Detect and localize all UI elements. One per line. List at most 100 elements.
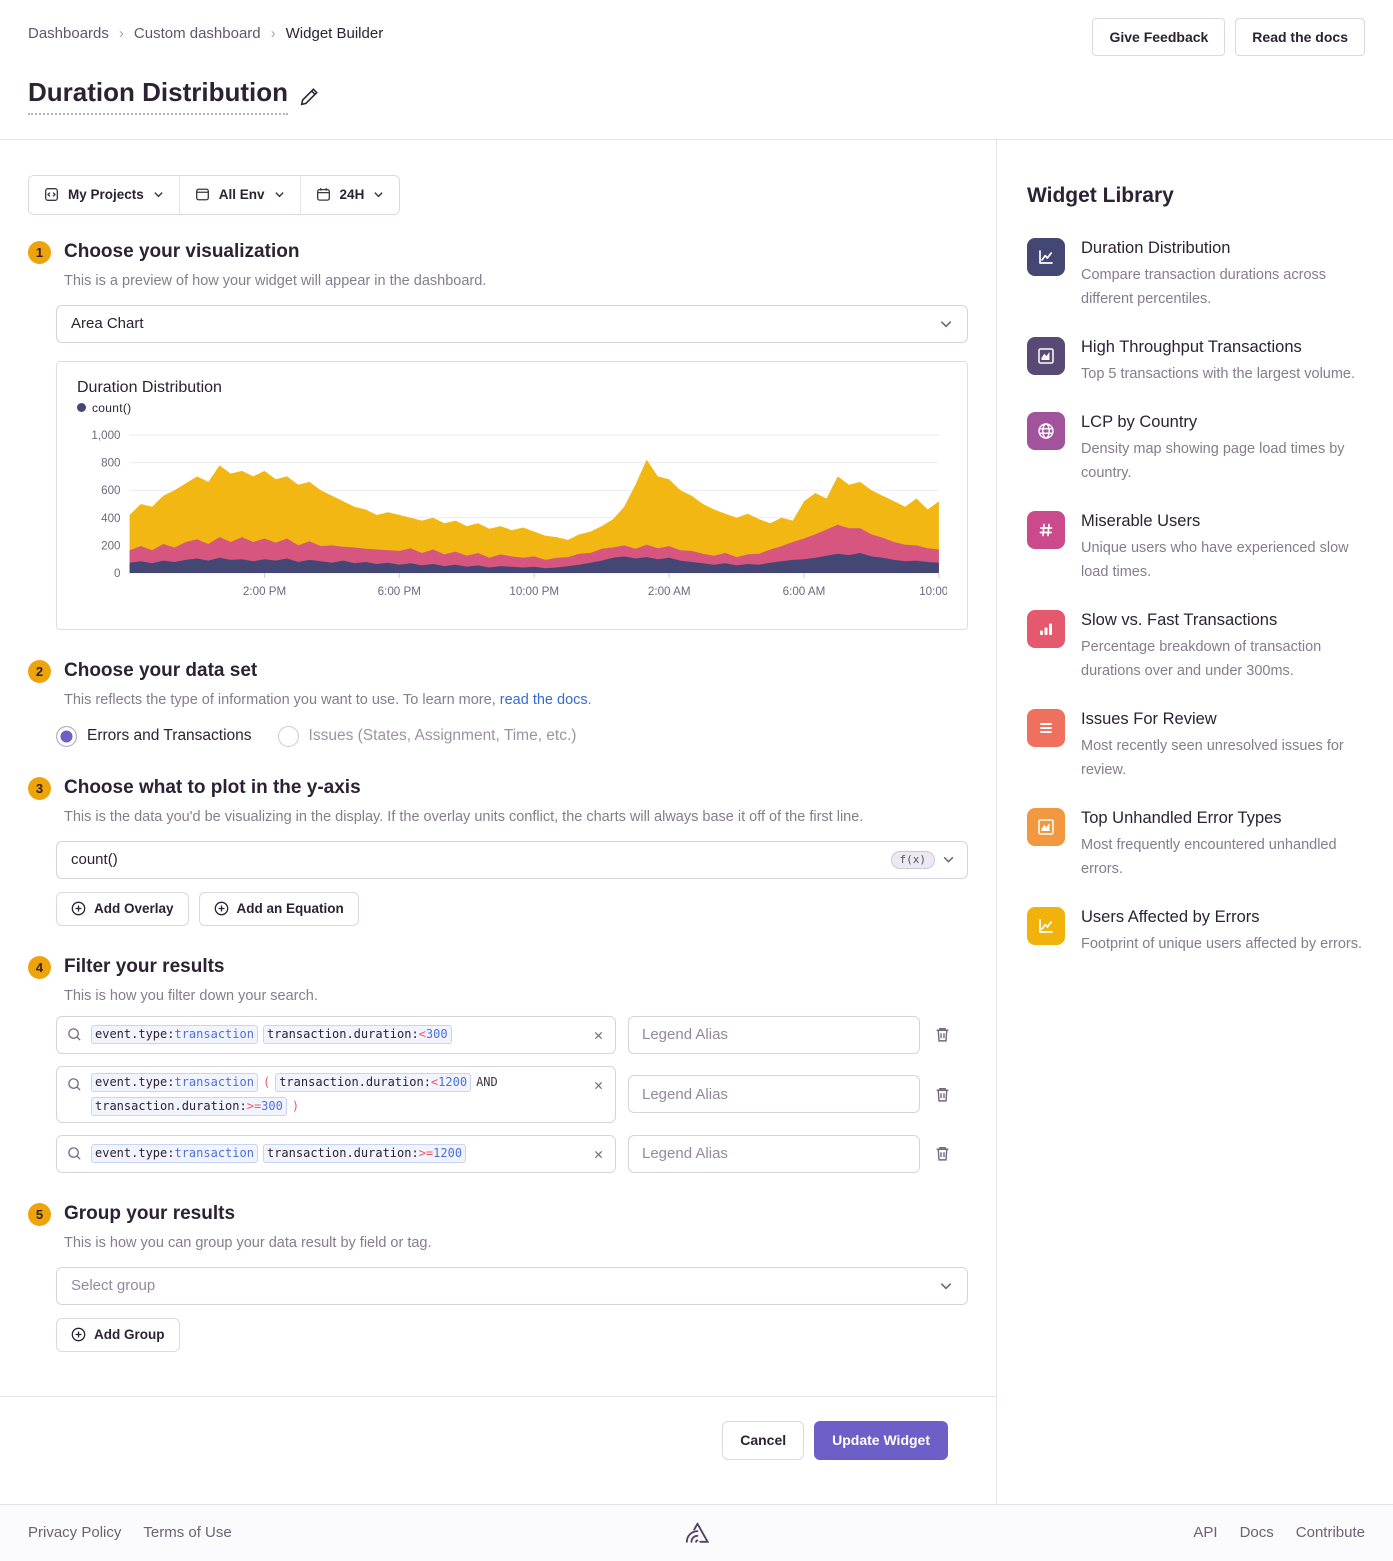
- dataset-radio-issues[interactable]: Issues (States, Assignment, Time, etc.): [278, 726, 577, 747]
- widget-library-item[interactable]: Miserable UsersUnique users who have exp…: [1027, 511, 1365, 584]
- privacy-policy-link[interactable]: Privacy Policy: [28, 1524, 121, 1541]
- widget-library-item-desc: Most recently seen unresolved issues for…: [1081, 734, 1365, 782]
- terms-of-use-link[interactable]: Terms of Use: [143, 1524, 231, 1541]
- contribute-link[interactable]: Contribute: [1296, 1524, 1365, 1541]
- svg-text:10:00 A: 10:00 A: [919, 586, 947, 598]
- circle-plus-icon: [214, 901, 229, 916]
- widget-preview-card: Duration Distribution count() 0200400600…: [56, 361, 968, 630]
- time-range-filter-dropdown[interactable]: 24H: [300, 176, 400, 214]
- step-title: Choose what to plot in the y-axis: [64, 777, 361, 799]
- docs-link[interactable]: Docs: [1240, 1524, 1274, 1541]
- legend-dot: [77, 403, 86, 412]
- filter-token[interactable]: event.type:transaction: [91, 1025, 258, 1044]
- chevron-down-icon: [153, 189, 164, 200]
- clear-search-button[interactable]: ✕: [592, 1145, 605, 1164]
- step-title: Choose your data set: [64, 660, 257, 682]
- search-icon: [67, 1027, 82, 1042]
- step-subtitle: This is how you can group your data resu…: [64, 1235, 968, 1251]
- filter-boolean-token[interactable]: AND: [476, 1074, 498, 1091]
- legend-alias-input[interactable]: [628, 1016, 920, 1054]
- hash-icon: [1027, 511, 1065, 549]
- filter-search-input[interactable]: event.type:transaction transaction.durati…: [56, 1016, 616, 1054]
- legend-alias-input[interactable]: [628, 1135, 920, 1173]
- filter-token[interactable]: transaction.duration:<300: [263, 1025, 452, 1044]
- step-title: Choose your visualization: [64, 241, 299, 263]
- dataset-radio-errors-transactions[interactable]: Errors and Transactions: [56, 726, 252, 747]
- add-group-button[interactable]: Add Group: [56, 1318, 180, 1352]
- filter-token[interactable]: event.type:transaction: [91, 1073, 258, 1092]
- edit-title-icon[interactable]: [300, 87, 319, 106]
- widget-library-item-desc: Most frequently encountered unhandled er…: [1081, 833, 1365, 881]
- page-header: Dashboards › Custom dashboard › Widget B…: [0, 0, 1393, 115]
- widget-library-item-name: Slow vs. Fast Transactions: [1081, 611, 1365, 630]
- api-link[interactable]: API: [1193, 1524, 1217, 1541]
- filter-paren-token[interactable]: (: [263, 1074, 270, 1091]
- filter-token[interactable]: transaction.duration:>=300: [91, 1097, 287, 1116]
- filter-search-input[interactable]: event.type:transaction transaction.durati…: [56, 1135, 616, 1173]
- filter-search-input[interactable]: event.type:transaction ( transaction.durat…: [56, 1066, 616, 1123]
- radio-label: Issues (States, Assignment, Time, etc.): [309, 727, 577, 745]
- filter-paren-token[interactable]: ): [292, 1098, 299, 1115]
- y-axis-function-field[interactable]: count() f(x): [56, 841, 968, 879]
- trash-icon: [934, 1026, 951, 1043]
- function-select-toggle[interactable]: f(x): [891, 851, 956, 869]
- breadcrumb-link-custom-dashboard[interactable]: Custom dashboard: [134, 25, 261, 42]
- time-range-filter-label: 24H: [340, 187, 365, 202]
- chevron-down-icon: [939, 1279, 953, 1293]
- widget-library-item-name: High Throughput Transactions: [1081, 338, 1355, 357]
- cancel-button[interactable]: Cancel: [722, 1421, 804, 1460]
- legend-alias-input[interactable]: [628, 1075, 920, 1113]
- widget-library-list: Duration DistributionCompare transaction…: [1027, 238, 1365, 956]
- read-the-docs-button[interactable]: Read the docs: [1235, 18, 1365, 56]
- trash-icon: [934, 1086, 951, 1103]
- widget-library-item[interactable]: Users Affected by ErrorsFootprint of uni…: [1027, 907, 1365, 956]
- filter-token[interactable]: transaction.duration:>=1200: [263, 1144, 466, 1163]
- widget-library-item-name: LCP by Country: [1081, 413, 1365, 432]
- give-feedback-button[interactable]: Give Feedback: [1092, 18, 1225, 56]
- add-equation-button[interactable]: Add an Equation: [199, 892, 359, 926]
- delete-filter-button[interactable]: [932, 1084, 953, 1105]
- widget-library-item[interactable]: Issues For Review Most recently seen unre…: [1027, 709, 1365, 782]
- widget-library-item[interactable]: Top Unhandled Error Types Most frequently…: [1027, 808, 1365, 881]
- svg-text:400: 400: [101, 512, 120, 524]
- step-y-axis: 3 Choose what to plot in the y-axis This…: [28, 777, 968, 926]
- svg-text:2:00 PM: 2:00 PM: [243, 586, 286, 598]
- form-actions: Cancel Update Widget: [0, 1396, 996, 1504]
- svg-text:2:00 AM: 2:00 AM: [648, 586, 691, 598]
- widget-library-item-name: Top Unhandled Error Types: [1081, 809, 1365, 828]
- step-title: Group your results: [64, 1203, 235, 1225]
- delete-filter-button[interactable]: [932, 1024, 953, 1045]
- widget-library-item-name: Issues For Review: [1081, 710, 1365, 729]
- widget-library-item[interactable]: Duration DistributionCompare transaction…: [1027, 238, 1365, 311]
- clear-search-button[interactable]: ✕: [592, 1026, 605, 1045]
- projects-filter-dropdown[interactable]: My Projects: [29, 176, 179, 214]
- circle-plus-icon: [71, 1327, 86, 1342]
- read-the-docs-link[interactable]: read the docs: [500, 692, 588, 708]
- radio-unselected-icon: [278, 726, 299, 747]
- environment-filter-dropdown[interactable]: All Env: [179, 176, 300, 214]
- delete-filter-button[interactable]: [932, 1143, 953, 1164]
- group-select[interactable]: Select group: [56, 1267, 968, 1305]
- step-number-badge: 1: [28, 241, 51, 264]
- breadcrumb-link-dashboards[interactable]: Dashboards: [28, 25, 109, 42]
- circle-plus-icon: [71, 901, 86, 916]
- widget-library-item[interactable]: Slow vs. Fast TransactionsPercentage bre…: [1027, 610, 1365, 683]
- breadcrumb-separator-icon: ›: [119, 25, 124, 42]
- visualization-type-select[interactable]: Area Chart: [56, 305, 968, 343]
- page-filter-bar: My Projects All Env 24H: [28, 175, 400, 215]
- clear-search-button[interactable]: ✕: [592, 1076, 605, 1095]
- filter-rows: event.type:transaction transaction.durati…: [56, 1016, 968, 1173]
- add-overlay-button[interactable]: Add Overlay: [56, 892, 189, 926]
- radio-selected-icon: [56, 726, 77, 747]
- widget-library-item-name: Duration Distribution: [1081, 239, 1365, 258]
- fx-badge: f(x): [891, 851, 936, 869]
- step-number-badge: 4: [28, 956, 51, 979]
- widget-builder-main: My Projects All Env 24H 1 Cho: [0, 140, 997, 1504]
- step-dataset: 2 Choose your data set This reflects the…: [28, 660, 968, 747]
- update-widget-button[interactable]: Update Widget: [814, 1421, 948, 1460]
- search-icon: [67, 1146, 82, 1161]
- filter-token[interactable]: transaction.duration:<1200: [275, 1073, 471, 1092]
- filter-token[interactable]: event.type:transaction: [91, 1144, 258, 1163]
- widget-library-item[interactable]: LCP by CountryDensity map showing page l…: [1027, 412, 1365, 485]
- widget-library-item[interactable]: High Throughput TransactionsTop 5 transa…: [1027, 337, 1365, 386]
